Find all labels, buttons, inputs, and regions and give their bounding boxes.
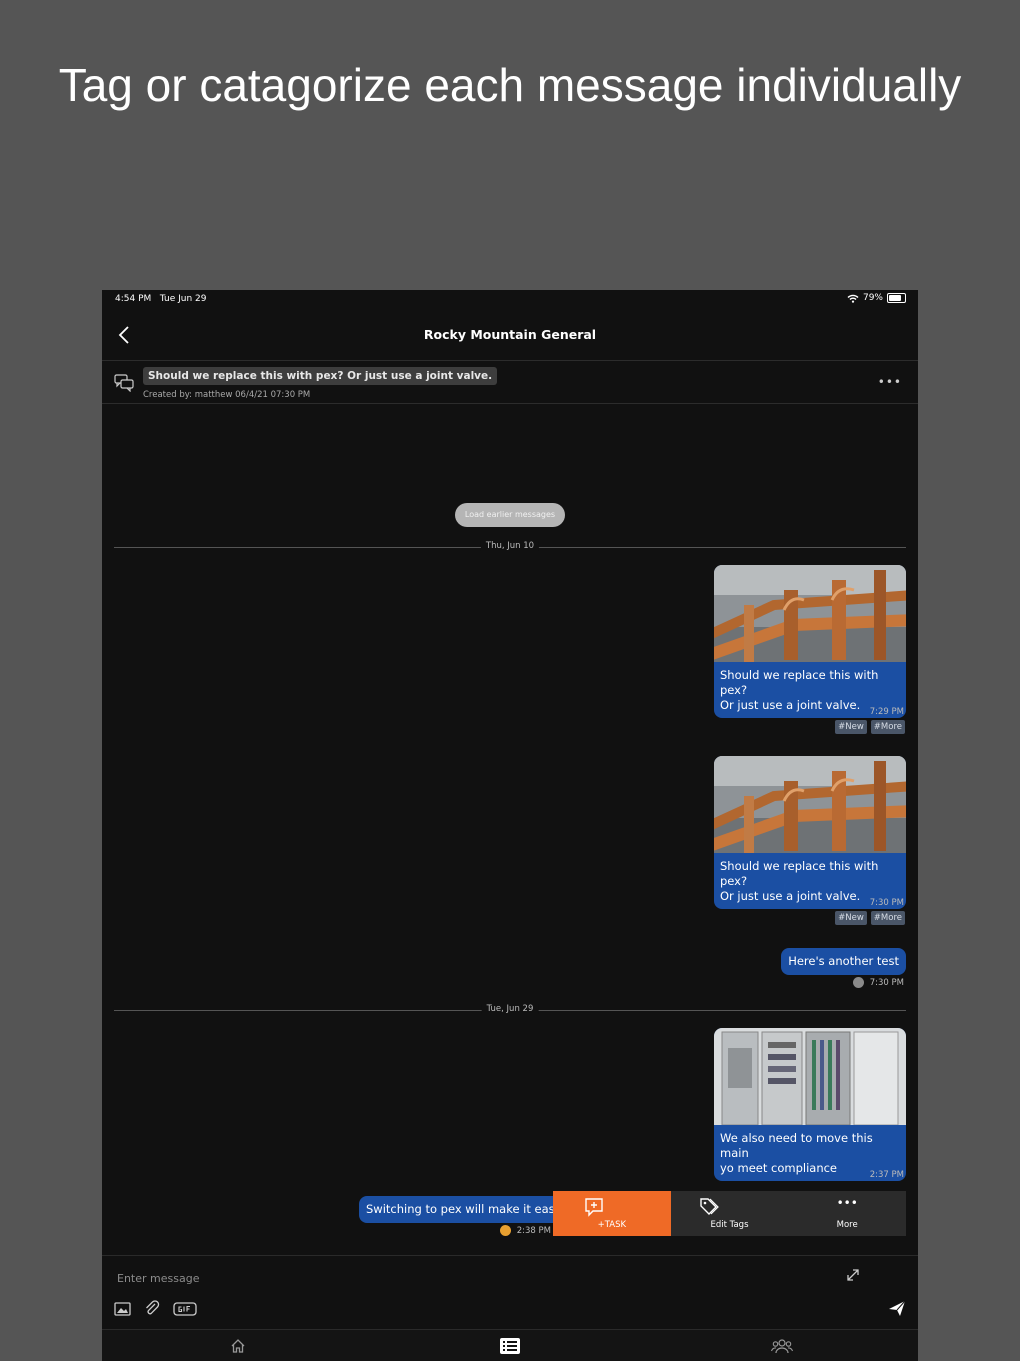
paperclip-icon[interactable] [144, 1300, 160, 1317]
avatar [499, 1225, 511, 1236]
more-button[interactable]: ••• More [788, 1191, 907, 1236]
people-icon[interactable] [771, 1338, 793, 1354]
message-tags: #New #More [835, 720, 905, 734]
image-message[interactable]: We also need to move this main yo meet co… [714, 1028, 906, 1181]
copper-pipes-photo[interactable] [714, 565, 906, 662]
date-divider: Tue, Jun 29 [114, 1004, 906, 1014]
thread-created-by: Created by: matthew 06/4/21 07:30 PM [143, 390, 311, 400]
message-meta: 2:38 PM [499, 1225, 551, 1236]
ellipsis-icon[interactable]: ••• [878, 375, 902, 389]
headline: Tag or catagorize each message individua… [58, 59, 962, 111]
add-task-icon [585, 1198, 603, 1217]
copper-pipes-photo[interactable] [714, 756, 906, 853]
status-time: 4:54 PM Tue Jun 29 [115, 294, 207, 304]
page-title: Rocky Mountain General [423, 327, 597, 342]
nav-bar: Rocky Mountain General [102, 312, 918, 361]
text-message[interactable]: Switching to pex will make it easy [359, 1196, 569, 1223]
attachment-toolbar [114, 1300, 197, 1317]
message-time: 2:37 PM [869, 1170, 904, 1180]
battery-percent: 79% [862, 293, 883, 303]
message-input[interactable] [115, 1271, 769, 1286]
tag-more[interactable]: #More [870, 720, 905, 734]
status-right: 79% [847, 293, 906, 303]
avatar [852, 977, 864, 988]
message-meta: 7:30 PM [852, 977, 904, 988]
load-earlier-button[interactable]: Load earlier messages [455, 503, 565, 527]
message-tags: #New #More [835, 911, 905, 925]
tag-icon [699, 1198, 719, 1215]
tag-new[interactable]: #New [835, 911, 867, 925]
message-actions: +TASK Edit Tags ••• More [553, 1191, 907, 1236]
status-bar: 4:54 PM Tue Jun 29 79% [102, 290, 918, 310]
image-message[interactable]: Should we replace this with pex? Or just … [714, 565, 906, 718]
image-message[interactable]: Should we replace this with pex? Or just … [714, 756, 906, 909]
tag-new[interactable]: #New [835, 720, 867, 734]
send-icon[interactable] [888, 1300, 906, 1317]
chat-bubbles-icon [114, 374, 134, 392]
edit-tags-button[interactable]: Edit Tags [670, 1191, 789, 1236]
tag-more[interactable]: #More [870, 911, 905, 925]
ellipsis-icon: ••• [836, 1196, 858, 1210]
electrical-panel-photo[interactable] [714, 1028, 906, 1125]
expand-icon[interactable] [846, 1268, 860, 1282]
tab-bar [102, 1329, 918, 1361]
app-window: 4:54 PM Tue Jun 29 79% Rocky Mountain Ge… [102, 290, 918, 1361]
thread-header[interactable]: Should we replace this with pex? Or just… [102, 361, 918, 404]
composer [102, 1255, 918, 1329]
message-time: 7:29 PM [869, 707, 904, 717]
home-icon[interactable] [230, 1338, 246, 1354]
message-time: 7:30 PM [869, 898, 904, 908]
list-icon[interactable] [500, 1338, 520, 1354]
gif-icon[interactable] [173, 1301, 197, 1316]
thread-title: Should we replace this with pex? Or just… [143, 367, 498, 385]
text-message[interactable]: Here's another test [781, 948, 906, 975]
image-icon[interactable] [114, 1301, 131, 1316]
add-task-button[interactable]: +TASK [553, 1191, 671, 1236]
wifi-icon [847, 294, 859, 303]
battery-icon [887, 293, 906, 303]
date-divider: Thu, Jun 10 [114, 541, 906, 551]
